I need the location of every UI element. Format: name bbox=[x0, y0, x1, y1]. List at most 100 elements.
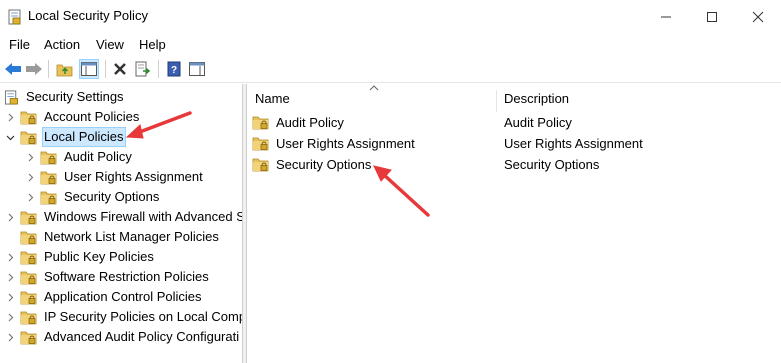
up-folder-icon bbox=[56, 64, 73, 77]
menu-help[interactable]: Help bbox=[139, 37, 166, 52]
export-list-button[interactable] bbox=[133, 59, 153, 79]
list-item-name: Audit Policy bbox=[276, 114, 344, 130]
forward-button[interactable] bbox=[24, 59, 44, 79]
expand-chevron-icon[interactable] bbox=[4, 107, 16, 127]
tree-item-label: Security Options bbox=[64, 189, 160, 204]
pane-splitter[interactable] bbox=[243, 84, 247, 363]
tree-item-label: Account Policies bbox=[44, 109, 140, 124]
list-item[interactable]: Audit Policy bbox=[252, 112, 346, 133]
tree-root-label: Security Settings bbox=[26, 89, 124, 104]
svg-text:?: ? bbox=[171, 65, 177, 76]
security-settings-icon bbox=[4, 89, 18, 105]
tree-item-label: IP Security Policies on Local Comp bbox=[44, 309, 243, 324]
forward-arrow-icon bbox=[26, 63, 42, 75]
list-item-description: Security Options bbox=[504, 157, 600, 172]
column-divider[interactable] bbox=[496, 90, 497, 112]
menu-bar: File Action View Help bbox=[0, 33, 781, 55]
tree-item[interactable]: Security Options bbox=[24, 187, 161, 207]
locked-folder-icon bbox=[20, 271, 37, 284]
tree-item-label: Software Restriction Policies bbox=[44, 269, 209, 284]
expand-chevron-icon[interactable] bbox=[4, 207, 16, 227]
maximize-icon bbox=[707, 11, 717, 22]
tree-item-label: User Rights Assignment bbox=[64, 169, 203, 184]
tree-item-label: Advanced Audit Policy Configurati bbox=[44, 329, 240, 344]
list-item-description: User Rights Assignment bbox=[504, 136, 643, 151]
minimize-icon bbox=[661, 16, 671, 17]
expand-chevron-icon[interactable] bbox=[24, 187, 36, 207]
details-pane: Name Description Audit Policy Audit Polic… bbox=[248, 84, 781, 363]
locked-folder-icon bbox=[20, 211, 37, 224]
help-button[interactable]: ? bbox=[164, 59, 184, 79]
console-tree: Security Settings Account Policies Local … bbox=[0, 84, 243, 363]
locked-folder-icon bbox=[20, 331, 37, 344]
menu-action[interactable]: Action bbox=[44, 37, 80, 52]
expand-chevron-icon[interactable] bbox=[4, 327, 16, 347]
expand-chevron-icon[interactable] bbox=[24, 167, 36, 187]
delete-button[interactable] bbox=[110, 59, 130, 79]
locked-folder-icon bbox=[40, 151, 57, 164]
tree-item[interactable]: IP Security Policies on Local Comp bbox=[4, 307, 243, 327]
toolbar: ? bbox=[0, 55, 781, 83]
minimize-button[interactable] bbox=[643, 0, 689, 33]
show-hide-tree-button[interactable] bbox=[79, 59, 99, 79]
tree-item[interactable]: Account Policies bbox=[4, 107, 141, 127]
expand-chevron-icon[interactable] bbox=[4, 247, 16, 267]
column-header-description[interactable]: Description bbox=[504, 84, 774, 112]
tree-root[interactable]: Security Settings bbox=[4, 87, 126, 107]
column-header-name-label: Name bbox=[255, 90, 290, 106]
collapse-chevron-icon[interactable] bbox=[4, 127, 16, 147]
locked-folder-icon bbox=[20, 231, 37, 244]
up-folder-button[interactable] bbox=[55, 59, 75, 79]
no-expander bbox=[4, 227, 16, 247]
help-book-icon: ? bbox=[167, 61, 181, 77]
tree-item[interactable]: Application Control Policies bbox=[4, 287, 204, 307]
list-item-name: Security Options bbox=[276, 156, 372, 172]
window-title: Local Security Policy bbox=[28, 8, 148, 23]
tree-item-label: Audit Policy bbox=[64, 149, 132, 164]
tree-item[interactable]: Public Key Policies bbox=[4, 247, 156, 267]
console-tree-icon bbox=[81, 62, 97, 76]
list-item[interactable]: Security Options bbox=[252, 154, 373, 175]
security-policy-icon bbox=[8, 9, 21, 25]
tree-item[interactable]: Windows Firewall with Advanced S bbox=[4, 207, 242, 227]
tree-item[interactable]: Audit Policy bbox=[24, 147, 134, 167]
list-item-name: User Rights Assignment bbox=[276, 135, 415, 151]
tree-item[interactable]: Network List Manager Policies bbox=[4, 227, 221, 247]
column-header-name[interactable]: Name bbox=[255, 84, 495, 112]
locked-folder-icon bbox=[252, 116, 269, 130]
tree-item[interactable]: Advanced Audit Policy Configurati bbox=[4, 327, 241, 347]
locked-folder-icon bbox=[20, 111, 37, 124]
locked-folder-icon bbox=[20, 251, 37, 264]
show-hide-action-pane-button[interactable] bbox=[187, 59, 207, 79]
expand-chevron-icon[interactable] bbox=[24, 147, 36, 167]
locked-folder-icon bbox=[252, 137, 269, 151]
menu-view[interactable]: View bbox=[96, 37, 124, 52]
expand-chevron-icon[interactable] bbox=[4, 267, 16, 287]
locked-folder-icon bbox=[20, 311, 37, 324]
list-item-description: Audit Policy bbox=[504, 115, 572, 130]
back-arrow-icon bbox=[5, 63, 21, 75]
tree-item-label: Application Control Policies bbox=[44, 289, 202, 304]
export-list-icon bbox=[135, 61, 151, 77]
menu-file[interactable]: File bbox=[9, 37, 30, 52]
locked-folder-icon bbox=[20, 291, 37, 304]
tree-item[interactable]: Software Restriction Policies bbox=[4, 267, 211, 287]
tree-item-label: Network List Manager Policies bbox=[44, 229, 219, 244]
maximize-button[interactable] bbox=[689, 0, 735, 33]
tree-item[interactable]: Local Policies bbox=[4, 127, 126, 147]
locked-folder-icon bbox=[20, 131, 37, 144]
locked-folder-icon bbox=[40, 171, 57, 184]
close-button[interactable] bbox=[735, 0, 781, 33]
expand-chevron-icon[interactable] bbox=[4, 307, 16, 327]
close-icon bbox=[752, 11, 764, 22]
action-pane-icon bbox=[189, 62, 205, 76]
tree-item[interactable]: User Rights Assignment bbox=[24, 167, 205, 187]
column-header-description-label: Description bbox=[504, 90, 570, 106]
title-bar: Local Security Policy bbox=[0, 0, 781, 33]
delete-x-icon bbox=[114, 63, 126, 75]
back-button[interactable] bbox=[3, 59, 23, 79]
expand-chevron-icon[interactable] bbox=[4, 287, 16, 307]
locked-folder-icon bbox=[252, 158, 269, 172]
tree-item-label: Local Policies bbox=[42, 127, 126, 147]
list-item[interactable]: User Rights Assignment bbox=[252, 133, 417, 154]
